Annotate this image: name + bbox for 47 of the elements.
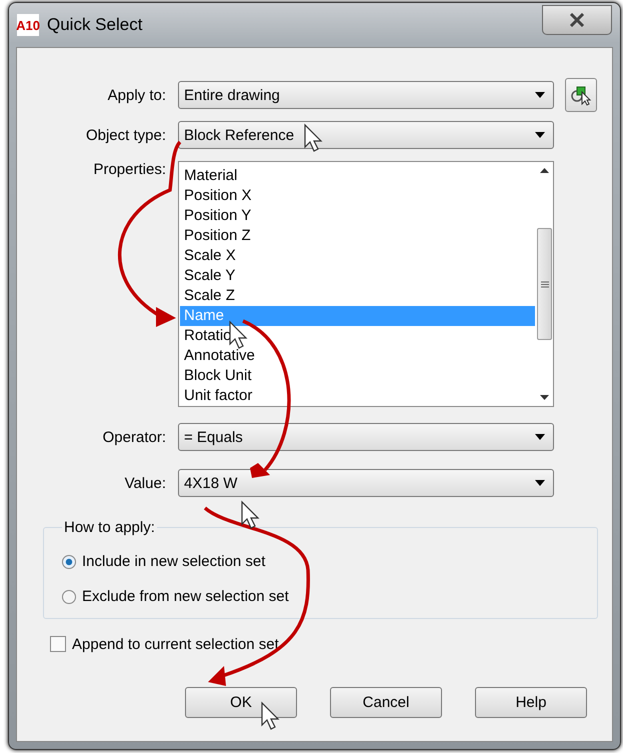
cursor-icon (241, 500, 260, 529)
select-objects-button[interactable] (565, 78, 597, 112)
dialog-button[interactable]: OK (185, 687, 297, 718)
close-icon (569, 13, 585, 27)
list-item[interactable]: Position Z (180, 226, 535, 246)
radio-option[interactable]: Include in new selection set (62, 544, 597, 579)
group-title: How to apply: (63, 519, 156, 536)
scroll-down-icon (540, 395, 549, 400)
caret-icon (535, 92, 545, 98)
cursor-icon (229, 320, 248, 349)
scroll-up-icon (540, 168, 549, 173)
list-item[interactable]: Scale Y (180, 266, 535, 286)
cursor-icon (304, 124, 322, 152)
dropdown[interactable]: Entire drawing (178, 81, 554, 109)
list-item[interactable]: Position Y (180, 206, 535, 226)
list-item[interactable]: Scale Z (180, 286, 535, 306)
field-label: Object type: (84, 126, 167, 144)
dropdown[interactable]: = Equals (178, 423, 554, 451)
dialog-button[interactable]: Help (475, 687, 587, 718)
select-objects-icon (570, 84, 592, 106)
checkbox-option[interactable]: Append to current selection set (50, 633, 612, 655)
dropdown[interactable]: 4X18 W (178, 469, 554, 497)
list-item[interactable]: Material (180, 166, 535, 186)
grip-icon (540, 280, 548, 288)
caret-icon (535, 434, 545, 440)
list-item[interactable]: Scale X (180, 246, 535, 266)
list-item[interactable]: Block Unit (180, 366, 535, 386)
field-label: Apply to: (106, 86, 167, 104)
window-title: Quick Select (47, 15, 144, 35)
app-icon: A10 (17, 14, 39, 36)
list-item[interactable]: Position X (180, 186, 535, 206)
field-label: Properties: (92, 161, 167, 178)
list-item[interactable]: Rotatio (180, 326, 535, 346)
list-item[interactable]: Annotative (180, 346, 535, 366)
list-item[interactable]: Unit factor (180, 386, 535, 406)
checkbox[interactable] (50, 636, 66, 652)
field-label: Value: (124, 474, 167, 492)
radio-button[interactable] (62, 554, 76, 568)
radio-button[interactable] (62, 590, 76, 604)
dropdown[interactable]: Block Reference (178, 121, 554, 149)
cursor-icon (261, 702, 280, 730)
field-label: Operator: (102, 428, 167, 446)
caret-icon (535, 132, 545, 138)
close-button[interactable] (542, 5, 612, 35)
dialog-button[interactable]: Cancel (330, 687, 442, 718)
radio-option[interactable]: Exclude from new selection set (62, 579, 597, 614)
caret-icon (535, 480, 545, 486)
